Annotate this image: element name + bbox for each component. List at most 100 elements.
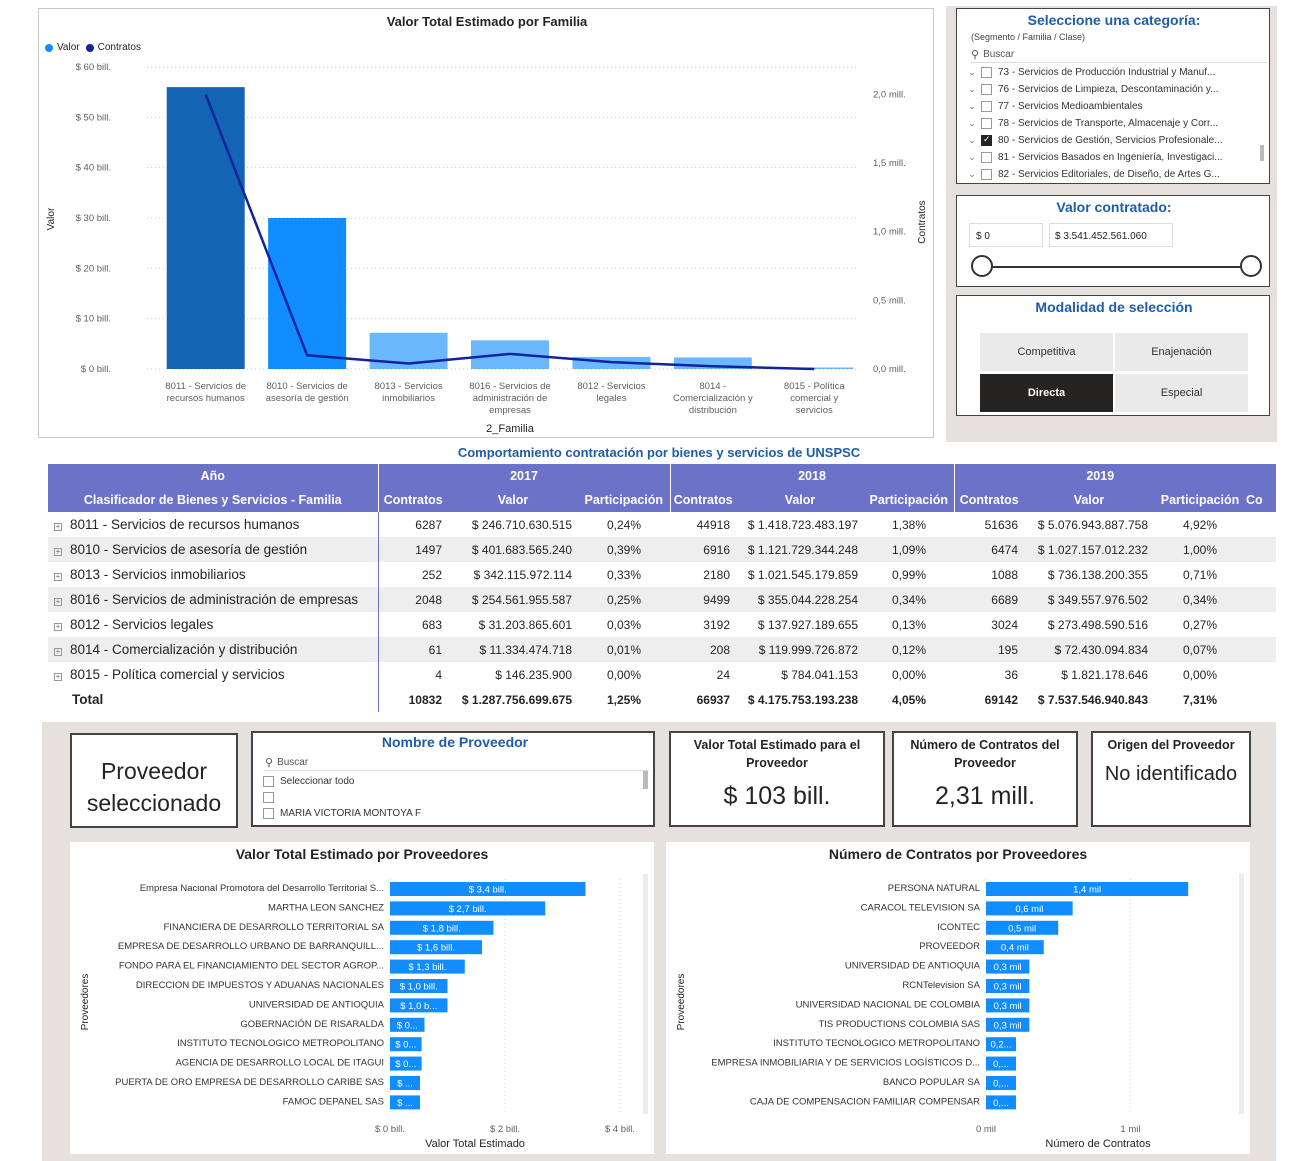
- matrix-col-header-cut: Co: [1246, 493, 1263, 507]
- table-cell: $ 1.021.545.179.859: [747, 567, 858, 582]
- table-cell: 0,33%: [606, 567, 642, 582]
- chevron-down-icon[interactable]: ⌄: [963, 169, 981, 180]
- checkbox-icon[interactable]: [981, 169, 992, 180]
- category-item[interactable]: ⌄ 76 - Servicios de Limpieza, Descontamin…: [963, 81, 1263, 98]
- chevron-down-icon[interactable]: ⌄: [963, 118, 981, 129]
- kpi-valor-card: Valor Total Estimado para el Proveedor $…: [669, 731, 885, 827]
- x-tick-label: inmobiliarios: [382, 393, 435, 404]
- x-tick-label: $ 0 bill.: [375, 1124, 405, 1135]
- category-item[interactable]: ⌄ 81 - Servicios Basados en Ingeniería, I…: [963, 149, 1263, 166]
- providers-value-chart: Valor Total Estimado por Proveedores $ 0…: [70, 842, 654, 1154]
- x-tick-label: 1 mil: [1120, 1124, 1140, 1135]
- matrix-col-header: Valor: [1073, 493, 1105, 507]
- x-tick-label: legales: [596, 393, 626, 404]
- value-slider-max-handle[interactable]: [1240, 255, 1262, 277]
- table-row[interactable]: +8015 - Política comercial y servicios 4 $…: [48, 662, 1276, 687]
- provider-search[interactable]: ⚲ Buscar: [265, 755, 649, 771]
- chevron-down-icon[interactable]: ⌄: [963, 152, 981, 163]
- table-cell: 0,00%: [891, 667, 927, 682]
- family-chart-panel: Valor Total Estimado por Familia Valor C…: [38, 8, 934, 438]
- table-cell: 6689: [991, 592, 1018, 607]
- table-cell: 0,27%: [1182, 617, 1218, 632]
- checkbox-icon[interactable]: [981, 101, 992, 112]
- row-label[interactable]: +8014 - Comercialización y distribución: [48, 637, 379, 662]
- table-row[interactable]: +8010 - Servicios de asesoría de gestión…: [48, 537, 1276, 562]
- row-label[interactable]: +8015 - Política comercial y servicios: [48, 662, 379, 687]
- table-cell: 1088: [991, 567, 1018, 582]
- x-tick-label: 8014 -: [699, 381, 726, 392]
- expand-icon[interactable]: +: [54, 673, 62, 681]
- table-cell: 9499: [703, 592, 730, 607]
- provider-item-select-all[interactable]: Seleccionar todo: [263, 773, 355, 790]
- value-slider-min-handle[interactable]: [971, 255, 993, 277]
- table-row[interactable]: +8011 - Servicios de recursos humanos 628…: [48, 512, 1276, 537]
- provider-item-blank[interactable]: [263, 789, 280, 806]
- expand-icon[interactable]: +: [54, 598, 62, 606]
- table-row[interactable]: +8012 - Servicios legales 683 $ 31.203.865…: [48, 612, 1276, 637]
- table-cell: 0,01%: [606, 642, 642, 657]
- provider-scrollbar[interactable]: [643, 771, 648, 789]
- x-tick-label: servicios: [796, 405, 833, 416]
- table-cell: $ 355.044.228.254: [757, 592, 858, 607]
- checkbox-icon[interactable]: [981, 67, 992, 78]
- value-max-input[interactable]: $ 3.541.452.561.060: [1049, 223, 1173, 247]
- table-cell: 208: [709, 642, 730, 657]
- row-label[interactable]: +8012 - Servicios legales: [48, 612, 379, 637]
- row-label[interactable]: +8011 - Servicios de recursos humanos: [48, 512, 379, 537]
- kpi-contratos-value: 2,31 mill.: [934, 782, 1036, 810]
- x-tick-label: empresas: [489, 405, 531, 416]
- row-label[interactable]: +8013 - Servicios inmobiliarios: [48, 562, 379, 587]
- matrix-col-header: Valor: [497, 493, 529, 507]
- table-row[interactable]: +8014 - Comercialización y distribución 6…: [48, 637, 1276, 662]
- checkbox-icon[interactable]: [981, 118, 992, 129]
- chevron-down-icon[interactable]: ⌄: [963, 135, 981, 146]
- chevron-down-icon[interactable]: ⌄: [963, 84, 981, 95]
- expand-icon[interactable]: +: [54, 523, 62, 531]
- checkbox-icon[interactable]: [981, 152, 992, 163]
- data-label: $ 1,3 bill.: [408, 962, 446, 973]
- y-axis-label: Valor: [46, 207, 57, 230]
- total-cell: 7,31%: [1182, 692, 1218, 707]
- chevron-down-icon[interactable]: ⌄: [963, 101, 981, 112]
- y-tick-label: AGENCIA DE DESARROLLO LOCAL DE ITAGUI: [175, 1058, 384, 1069]
- expand-icon[interactable]: +: [54, 548, 62, 556]
- y-tick-label: $ 60 bill.: [76, 62, 111, 73]
- modalidad-enajenacion-button[interactable]: Enajenación: [1115, 333, 1248, 371]
- row-label[interactable]: +8016 - Servicios de administración de e…: [48, 587, 379, 612]
- provider-item-maria[interactable]: MARIA VICTORIA MONTOYA F: [263, 805, 421, 822]
- expand-icon[interactable]: +: [54, 623, 62, 631]
- expand-icon[interactable]: +: [54, 648, 62, 656]
- modalidad-competitiva-button[interactable]: Competitiva: [980, 333, 1113, 371]
- matrix-year-header: Año: [48, 464, 379, 488]
- y2-tick-label: 0,0 mill.: [873, 364, 906, 375]
- category-item-label: 76 - Servicios de Limpieza, Descontamina…: [998, 84, 1219, 95]
- checkbox-icon[interactable]: [981, 134, 992, 146]
- row-label[interactable]: +8010 - Servicios de asesoría de gestión: [48, 537, 379, 562]
- y-tick-label: $ 10 bill.: [76, 314, 111, 325]
- expand-icon[interactable]: +: [54, 573, 62, 581]
- chevron-down-icon[interactable]: ⌄: [963, 67, 981, 78]
- checkbox-icon[interactable]: [981, 84, 992, 95]
- table-cell: $ 1.121.729.344.248: [747, 542, 858, 557]
- data-label: $ 1,0 bill.: [400, 982, 438, 993]
- category-scrollbar[interactable]: [1260, 145, 1264, 161]
- total-cell: 4,05%: [891, 692, 927, 707]
- category-item[interactable]: ⌄ 77 - Servicios Medioambientales: [963, 98, 1263, 115]
- table-row[interactable]: +8016 - Servicios de administración de e…: [48, 587, 1276, 612]
- data-label: 0,4 mil: [1001, 943, 1029, 954]
- modalidad-directa-button[interactable]: Directa: [980, 374, 1113, 412]
- value-min-input[interactable]: $ 0: [969, 223, 1043, 247]
- category-item[interactable]: ⌄ 82 - Servicios Editoriales, de Diseño, …: [963, 166, 1263, 183]
- table-row[interactable]: +8013 - Servicios inmobiliarios 252 $ 342.…: [48, 562, 1276, 587]
- kpi-valor-title: Valor Total Estimado para el Proveedor: [693, 738, 861, 770]
- matrix-col-header: Participación: [864, 488, 955, 512]
- y-tick-label: $ 50 bill.: [76, 112, 111, 123]
- table-cell: 0,24%: [606, 517, 642, 532]
- modalidad-especial-button[interactable]: Especial: [1115, 374, 1248, 412]
- category-item[interactable]: ⌄ 73 - Servicios de Producción Industrial…: [963, 64, 1263, 81]
- category-search[interactable]: ⚲ Buscar: [971, 47, 1267, 63]
- category-item[interactable]: ⌄ 78 - Servicios de Transporte, Almacenaj…: [963, 115, 1263, 132]
- family-chart-plot: $ 60 bill. $ 50 bill. $ 40 bill. $ 30 bill.…: [46, 62, 928, 435]
- category-item[interactable]: ⌄ 80 - Servicios de Gestión, Servicios Pr…: [963, 132, 1263, 149]
- matrix-col-header: Contratos: [673, 493, 733, 507]
